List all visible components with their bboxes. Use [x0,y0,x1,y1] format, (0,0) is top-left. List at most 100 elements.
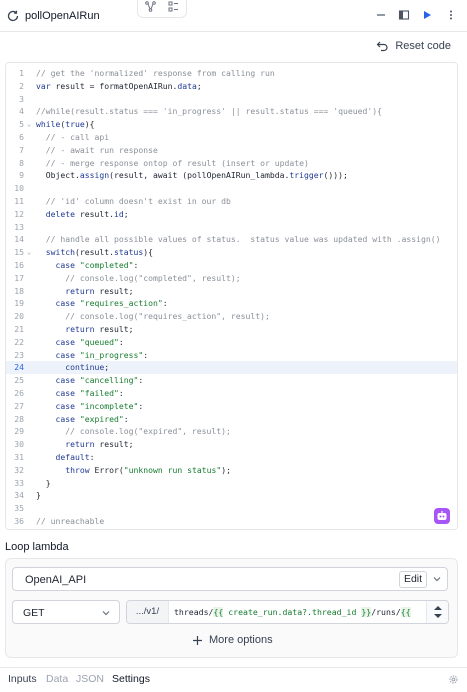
code-line[interactable]: 25 case "cancelling": [6,374,457,387]
minimize-icon[interactable] [375,9,387,21]
code-line[interactable]: 23 case "in_progress": [6,349,457,362]
code-text: } [36,477,51,488]
code-line[interactable]: 13 [6,221,457,234]
code-text: // unreachable [36,516,105,526]
code-line[interactable]: 1 // get the 'normalized' response from c… [6,67,457,80]
query-title[interactable]: pollOpenAIRun [25,10,100,22]
code-line[interactable]: 34} [6,489,457,502]
url-input[interactable]: .../v1/ threads/{{ create_run.data?.thre… [126,600,449,624]
code-text: return result; [65,439,134,450]
resource-name: OpenAI_API [25,574,87,586]
code-line[interactable]: 12 delete result.id; [6,208,457,221]
code-line[interactable]: 4 //while(result.status === 'in_progress'… [6,105,457,118]
code-line[interactable]: 8 // - merge response ontop of result (i… [6,157,457,170]
gear-icon[interactable] [448,674,459,685]
run-icon[interactable] [421,9,433,21]
fold-chevron-icon[interactable]: ⌄ [27,246,31,259]
line-number: 15 [14,247,24,258]
line-number: 24 [14,362,24,373]
code-line[interactable]: 18 return result; [6,285,457,298]
tab-data[interactable]: Data [46,673,68,685]
code-editor[interactable]: 1 // get the 'normalized' response from c… [5,62,458,530]
code-line[interactable]: 15 ⌄ switch(result.status){ [6,246,457,259]
code-line[interactable]: 26 case "failed": [6,387,457,400]
code-line[interactable]: 32 throw Error("unknown run status"); [6,464,457,477]
code-line[interactable]: 35 [6,502,457,515]
code-line[interactable]: 27 case "incomplete": [6,400,457,413]
line-number: 12 [14,208,24,219]
more-options-icon[interactable] [445,9,457,21]
line-number: 6 [19,132,24,142]
line-number: 32 [14,464,24,475]
code-line[interactable]: 9 Object.assign(result, await (pollOpenA… [6,169,457,182]
updown-arrows-icon [434,606,442,618]
reset-code-button[interactable]: Reset code [376,38,451,54]
line-number: 25 [14,375,24,386]
code-line[interactable]: 16 case "completed": [6,259,457,272]
code-text: case "failed": [55,388,124,398]
code-line[interactable]: 14 // handle all possible values of stat… [6,233,457,246]
code-line[interactable]: 10 [6,182,457,195]
code-line[interactable]: 31 default: [6,451,457,464]
tab-inputs[interactable]: Inputs [8,673,37,685]
line-number: 3 [19,93,24,104]
code-text: case "completed": [55,260,139,270]
code-line[interactable]: 6 // - call api [6,131,457,144]
panel-layout-icon[interactable] [398,9,410,21]
line-number: 16 [14,260,24,270]
code-text: // - merge response ontop of result (ins… [36,157,309,168]
url-scroll-control[interactable] [426,601,448,623]
reset-code-label: Reset code [395,40,451,52]
chevron-down-icon [102,611,110,616]
code-line[interactable]: 21 return result; [6,323,457,336]
line-number: 26 [14,388,24,398]
graph-icon[interactable] [145,1,156,12]
edit-resource-button[interactable]: Edit [399,571,427,588]
view-toggle [137,0,187,18]
code-line[interactable]: 11 // 'id' column doesn't exist in our d… [6,195,457,208]
code-text: } [36,490,41,501]
code-line[interactable]: 28 case "expired": [6,413,457,426]
line-number: 30 [14,439,24,450]
line-number: 5 [19,119,24,130]
fold-chevron-icon[interactable]: ⌄ [27,118,31,131]
code-line[interactable]: 33 } [6,477,457,490]
plus-icon [193,635,202,645]
title-bar: pollOpenAIRun [0,0,467,32]
code-line[interactable]: 24 continue; [6,361,457,375]
line-number: 1 [19,68,24,78]
line-number: 2 [19,80,24,91]
code-text: // get the 'normalized' response from ca… [36,68,275,78]
url-path[interactable]: threads/{{ create_run.data?.thread_id }}… [174,601,420,623]
line-number: 8 [19,157,24,168]
code-line[interactable]: 29 // console.log("expired", result); [6,425,457,438]
code-line[interactable]: 20 // console.log("requires_action", res… [6,310,457,323]
line-number: 18 [14,285,24,296]
code-line[interactable]: 19 case "requires_action": [6,297,457,310]
line-number: 34 [14,490,24,501]
ai-assist-button[interactable] [434,508,450,524]
tab-json[interactable]: JSON [76,673,104,685]
line-number: 14 [14,234,24,245]
more-options-button[interactable]: More options [192,634,273,646]
tab-settings[interactable]: Settings [112,673,150,685]
code-line[interactable]: 2 var result = formatOpenAIRun.data; [6,80,457,93]
code-text: //while(result.status === 'in_progress' … [36,106,382,117]
code-text: throw Error("unknown run status"); [65,464,231,475]
code-line[interactable]: 7 // - await run response [6,144,457,157]
line-number: 10 [14,183,24,194]
code-line[interactable]: 5 ⌄ while(true){ [6,118,457,131]
list-icon[interactable] [168,1,179,12]
code-line[interactable]: 17 // console.log("completed", result); [6,272,457,285]
code-text: Object.assign(result, await (pollOpenAIR… [36,170,348,181]
code-text: // console.log("completed", result); [36,272,241,283]
code-line[interactable]: 30 return result; [6,438,457,451]
chevron-down-icon[interactable] [432,574,442,584]
resource-select[interactable]: OpenAI_API Edit [12,567,448,591]
code-line[interactable]: 36 // unreachable [6,515,457,528]
code-line[interactable]: 22 case "queued": [6,336,457,349]
http-method-select[interactable]: GET [12,600,120,624]
line-number: 28 [14,413,24,424]
code-line[interactable]: 3 [6,93,457,106]
line-number: 11 [14,196,24,206]
